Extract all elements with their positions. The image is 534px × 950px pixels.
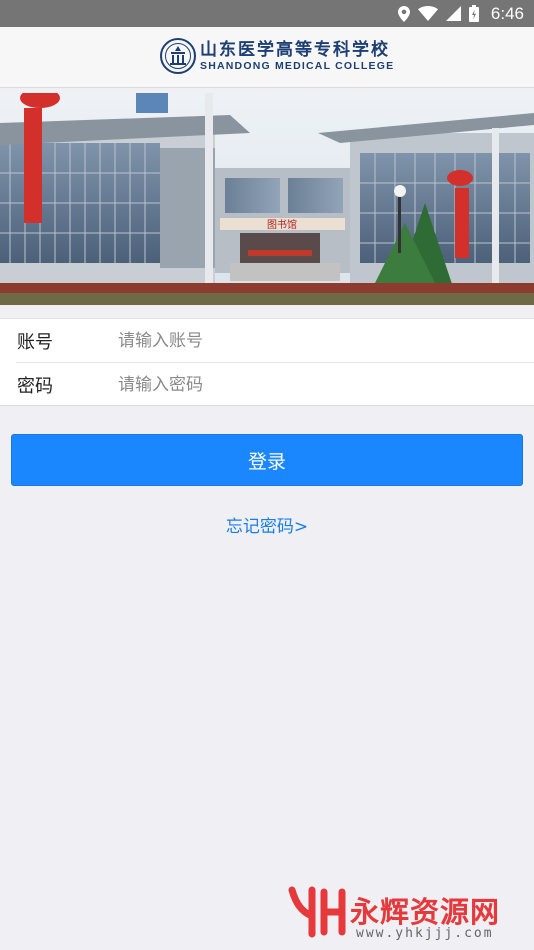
wifi-icon (417, 6, 438, 21)
login-form: 账号 密码 (0, 318, 534, 406)
password-input[interactable] (118, 368, 518, 402)
app-header: 山东医学高等专科学校 SHANDONG MEDICAL COLLEGE (0, 27, 534, 88)
account-input[interactable] (118, 324, 518, 358)
account-row: 账号 (0, 319, 534, 363)
battery-icon (468, 5, 479, 22)
school-emblem-icon (160, 38, 196, 74)
location-icon (397, 5, 410, 22)
school-name-cn: 山东医学高等专科学校 (200, 39, 390, 60)
status-icons: 6:46 (397, 0, 524, 27)
watermark-text: 永辉资源网 (350, 895, 501, 929)
watermark-logo-icon (288, 886, 346, 938)
status-bar: 6:46 (0, 0, 534, 27)
campus-banner: 图书馆 (0, 93, 534, 305)
school-logo: 山东医学高等专科学校 SHANDONG MEDICAL COLLEGE (160, 38, 394, 74)
password-label: 密码 (17, 376, 53, 397)
forgot-password-link[interactable]: 忘记密码> (0, 512, 534, 537)
watermark: 永辉资源网 www.yhkjjj.com (286, 884, 526, 944)
account-label: 账号 (17, 332, 53, 353)
library-sign-text: 图书馆 (267, 218, 297, 231)
signal-icon (445, 6, 461, 21)
status-time: 6:46 (490, 3, 524, 23)
password-row: 密码 (0, 363, 534, 407)
campus-library-photo: 图书馆 (0, 93, 534, 305)
watermark-url: www.yhkjjj.com (356, 926, 494, 941)
login-button[interactable]: 登录 (11, 434, 523, 486)
school-name: 山东医学高等专科学校 SHANDONG MEDICAL COLLEGE (200, 40, 394, 73)
school-name-en: SHANDONG MEDICAL COLLEGE (200, 59, 395, 72)
